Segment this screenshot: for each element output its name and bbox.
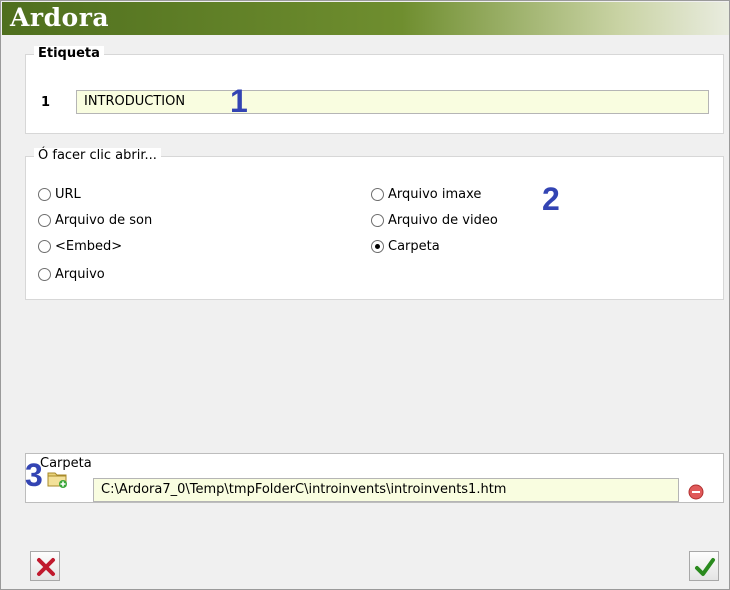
radio-file-label: Arquivo (55, 267, 105, 282)
radio-image-file-indicator (371, 188, 384, 201)
radio-image-file-label: Arquivo imaxe (388, 187, 482, 202)
dialog-window: Ardora Etiqueta 1 INTRODUCTION Ó facer c… (0, 0, 730, 590)
radio-file[interactable]: Arquivo (38, 267, 105, 282)
label-input[interactable]: INTRODUCTION (76, 90, 709, 114)
label-group: Etiqueta 1 INTRODUCTION (25, 46, 724, 134)
radio-sound-file-indicator (38, 214, 51, 227)
radio-url-indicator (38, 188, 51, 201)
click-open-legend: Ó facer clic abrir... (34, 148, 161, 163)
radio-embed-indicator (38, 240, 51, 253)
radio-sound-file-label: Arquivo de son (55, 213, 153, 228)
cancel-button[interactable] (30, 551, 60, 581)
radio-url[interactable]: URL (38, 187, 81, 202)
radio-embed[interactable]: <Embed> (38, 239, 122, 254)
radio-folder[interactable]: Carpeta (371, 239, 440, 254)
marker-one: 1 (230, 83, 248, 119)
radio-embed-label: <Embed> (55, 239, 123, 254)
ok-button[interactable] (689, 551, 719, 581)
remove-icon[interactable] (688, 484, 704, 500)
radio-video-file-indicator (371, 214, 384, 227)
radio-url-label: URL (55, 187, 81, 202)
window-title: Ardora (10, 3, 110, 32)
radio-folder-label: Carpeta (388, 239, 440, 254)
cancel-x-icon (37, 558, 55, 576)
radio-file-indicator (38, 268, 51, 281)
ok-check-icon (695, 558, 715, 576)
marker-three: 3 (25, 457, 43, 493)
label-group-legend: Etiqueta (34, 46, 104, 61)
click-open-group: Ó facer clic abrir... URL Arquivo de son… (25, 148, 724, 300)
radio-folder-indicator (371, 240, 384, 253)
radio-video-file[interactable]: Arquivo de video (371, 213, 498, 228)
marker-two: 2 (542, 181, 560, 217)
folder-group: Carpeta C:\Ardora7_0\Temp\tmpFolderC\int… (25, 453, 724, 503)
label-index: 1 (41, 95, 51, 110)
folder-path-input[interactable]: C:\Ardora7_0\Temp\tmpFolderC\introinvent… (93, 478, 679, 502)
title-bar: Ardora (2, 2, 729, 35)
radio-image-file[interactable]: Arquivo imaxe (371, 187, 481, 202)
radio-sound-file[interactable]: Arquivo de son (38, 213, 152, 228)
folder-add-icon[interactable] (46, 466, 70, 490)
radio-video-file-label: Arquivo de video (388, 213, 498, 228)
